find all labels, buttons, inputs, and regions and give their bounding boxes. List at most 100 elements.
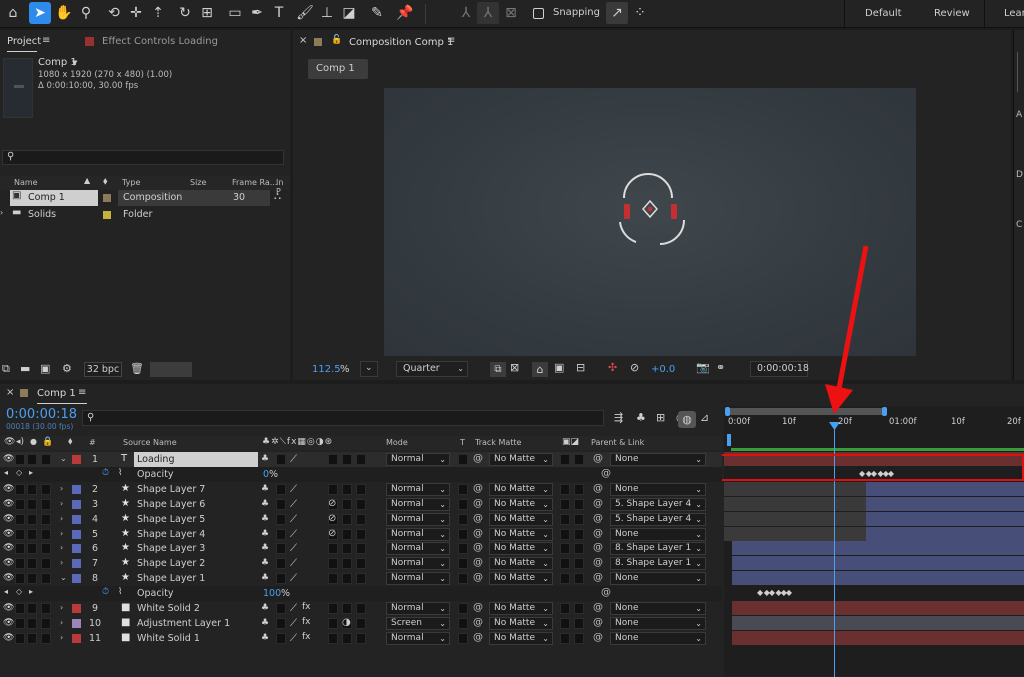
workspace-learn[interactable]: Learn (984, 0, 1024, 28)
frame-blend-switch[interactable] (328, 454, 338, 465)
eye-icon[interactable]: 👁 (3, 558, 14, 568)
track-matte-dropdown[interactable]: No Matte ⌄ (489, 482, 553, 496)
project-settings-icon[interactable]: ⚙ (62, 363, 72, 374)
prev-keyframe-icon[interactable]: ◂ (4, 468, 8, 477)
matte-alpha-toggle[interactable] (574, 483, 584, 495)
project-item-comp1[interactable]: ▣ Comp 1 Composition 30 ⛬ (0, 190, 288, 206)
collapse-switch[interactable] (276, 558, 286, 570)
thumbnail-slider[interactable] (150, 362, 192, 377)
twirl-icon[interactable]: ⌄ (60, 454, 67, 463)
adjustment-switch[interactable] (356, 632, 366, 644)
parent-pickwhip-icon[interactable]: @ (593, 632, 603, 643)
exposure-reset-icon[interactable]: ⊘ (630, 362, 639, 373)
solo-toggle[interactable] (27, 558, 37, 570)
col-num[interactable]: # (89, 438, 96, 447)
label-swatch[interactable] (72, 544, 81, 554)
solo-toggle[interactable] (27, 454, 37, 465)
audio-toggle[interactable] (15, 498, 25, 510)
parent-pickwhip-icon[interactable]: @ (593, 572, 603, 583)
preserve-transparency-toggle[interactable] (458, 483, 468, 495)
axis-view-icon[interactable]: ⊠ (500, 2, 522, 24)
quality-switch-icon[interactable]: ⟋ (290, 618, 297, 629)
effect-switch-icon[interactable]: fx (302, 617, 311, 627)
label-swatch[interactable] (72, 455, 81, 464)
keyframe-toggle-icon[interactable]: ◇ (16, 468, 22, 477)
mode-dropdown[interactable]: Normal ⌄ (386, 497, 450, 511)
layer-name[interactable]: Shape Layer 4 (137, 529, 205, 540)
collapse-switch[interactable] (276, 528, 286, 540)
frame-blend-switch[interactable] (328, 573, 338, 585)
collapse-switch[interactable] (276, 543, 286, 555)
graph-icon[interactable]: ⌇ (118, 588, 122, 597)
preserve-transparency-toggle[interactable] (458, 528, 468, 540)
motion-blur-switch[interactable] (342, 454, 352, 465)
layer-row[interactable]: 👁 ⌄ 8 ★ Shape Layer 1 ♣ ⟋ Normal ⌄ @ No Matte ⌄ @ Non… (0, 571, 722, 587)
timeline-search-input[interactable]: ⚲ (82, 410, 604, 426)
link-icon[interactable]: ⊘ (328, 528, 336, 539)
mode-dropdown[interactable]: Normal ⌄ (386, 482, 450, 496)
parent-pickwhip-icon[interactable]: @ (593, 542, 603, 553)
viewer-time-display[interactable]: 0:00:00:18 (750, 361, 809, 377)
axis-world-icon[interactable]: ⅄ (477, 2, 499, 24)
frame-blend-switch[interactable] (328, 617, 338, 629)
expression-pickwhip-icon[interactable]: @ (601, 587, 611, 598)
parent-dropdown[interactable]: None ⌄ (610, 527, 706, 541)
channel-rgb-icon[interactable]: ✣ (608, 362, 617, 373)
solo-toggle[interactable] (27, 543, 37, 555)
layer-row[interactable]: 👁 ⌄ 1 T Loading ♣ ⟋ Normal ⌄ @ No Matte ⌄ @ None ⌄ (0, 452, 722, 467)
layer-name[interactable]: Shape Layer 6 (137, 499, 205, 510)
timeline-current-time[interactable]: 0:00:00:18 (6, 407, 77, 422)
shy-layers-icon[interactable]: ♣ (636, 412, 646, 423)
orbit-camera-icon[interactable]: ⟲ (103, 2, 125, 24)
lock-toggle[interactable] (41, 528, 51, 540)
flowchart-icon[interactable]: ⛬ (274, 192, 281, 202)
parent-dropdown[interactable]: 8. Shape Layer 1 ⌄ (610, 542, 706, 556)
quality-switch-icon[interactable]: ⟋ (290, 484, 297, 495)
quality-switch-icon[interactable]: ⟋ (290, 603, 297, 614)
panel-menu-icon[interactable]: ≡ (42, 36, 50, 46)
motion-blur-switch[interactable] (342, 603, 352, 614)
matte-pickwhip-icon[interactable]: @ (473, 498, 483, 509)
audio-toggle[interactable] (15, 528, 25, 540)
matte-alpha-toggle[interactable] (574, 528, 584, 540)
audio-toggle[interactable] (15, 617, 25, 629)
parent-dropdown[interactable]: None ⌄ (610, 453, 706, 466)
matte-pickwhip-icon[interactable]: @ (473, 483, 483, 494)
audio-toggle[interactable] (15, 543, 25, 555)
twirl-icon[interactable]: › (60, 618, 63, 627)
matte-pickwhip-icon[interactable]: @ (473, 557, 483, 568)
matte-pickwhip-icon[interactable]: @ (473, 542, 483, 553)
pan-behind-icon[interactable]: ⊞ (196, 2, 218, 24)
layer-name[interactable]: Loading (137, 454, 174, 465)
adjustment-switch[interactable] (356, 573, 366, 585)
parent-pickwhip-icon[interactable]: @ (593, 557, 603, 568)
audio-toggle[interactable] (15, 454, 25, 465)
solo-toggle[interactable] (27, 573, 37, 585)
layer-row[interactable]: 👁 › 6 ★ Shape Layer 3 ♣ ⟋ Normal ⌄ @ No Matte ⌄ @8. … (0, 541, 722, 557)
label-swatch[interactable] (72, 633, 81, 643)
parent-pickwhip-icon[interactable]: @ (593, 513, 603, 524)
layer-duration-bar[interactable] (866, 481, 1024, 496)
rectangle-tool-icon[interactable]: ▭ (224, 2, 246, 24)
solo-toggle[interactable] (27, 483, 37, 495)
audio-toggle[interactable] (15, 603, 25, 614)
layer-row[interactable]: 👁 › 7 ★ Shape Layer 2 ♣ ⟋ Normal ⌄ @ No Matte ⌄ @8. … (0, 556, 722, 572)
col-size[interactable]: Size (190, 178, 206, 187)
effect-switch-icon[interactable]: fx (302, 632, 311, 642)
eraser-tool-icon[interactable]: ◪ (338, 2, 360, 24)
exposure-value[interactable]: +0.0 (651, 364, 675, 375)
effect-switch-icon[interactable]: fx (302, 602, 311, 612)
lock-toggle[interactable] (41, 498, 51, 510)
layer-name[interactable]: Shape Layer 2 (137, 558, 205, 569)
property-row-opacity[interactable]: ◂ ◇ ▸ ⏱ ⌇ Opacity 0% @ (0, 466, 722, 482)
puppet-pin-icon[interactable]: 📌 (394, 2, 416, 24)
layer-duration-bar[interactable] (732, 571, 1024, 586)
twirl-icon[interactable]: › (60, 514, 63, 523)
label-swatch[interactable] (72, 499, 81, 509)
bit-depth-button[interactable]: 32 bpc (84, 362, 122, 377)
mode-dropdown[interactable]: Screen ⌄ (386, 616, 450, 630)
solo-toggle[interactable] (27, 513, 37, 525)
project-item-solids[interactable]: › ▬ Solids Folder (0, 207, 288, 223)
adjustment-switch[interactable] (356, 603, 366, 614)
parent-pickwhip-icon[interactable]: @ (593, 617, 603, 628)
